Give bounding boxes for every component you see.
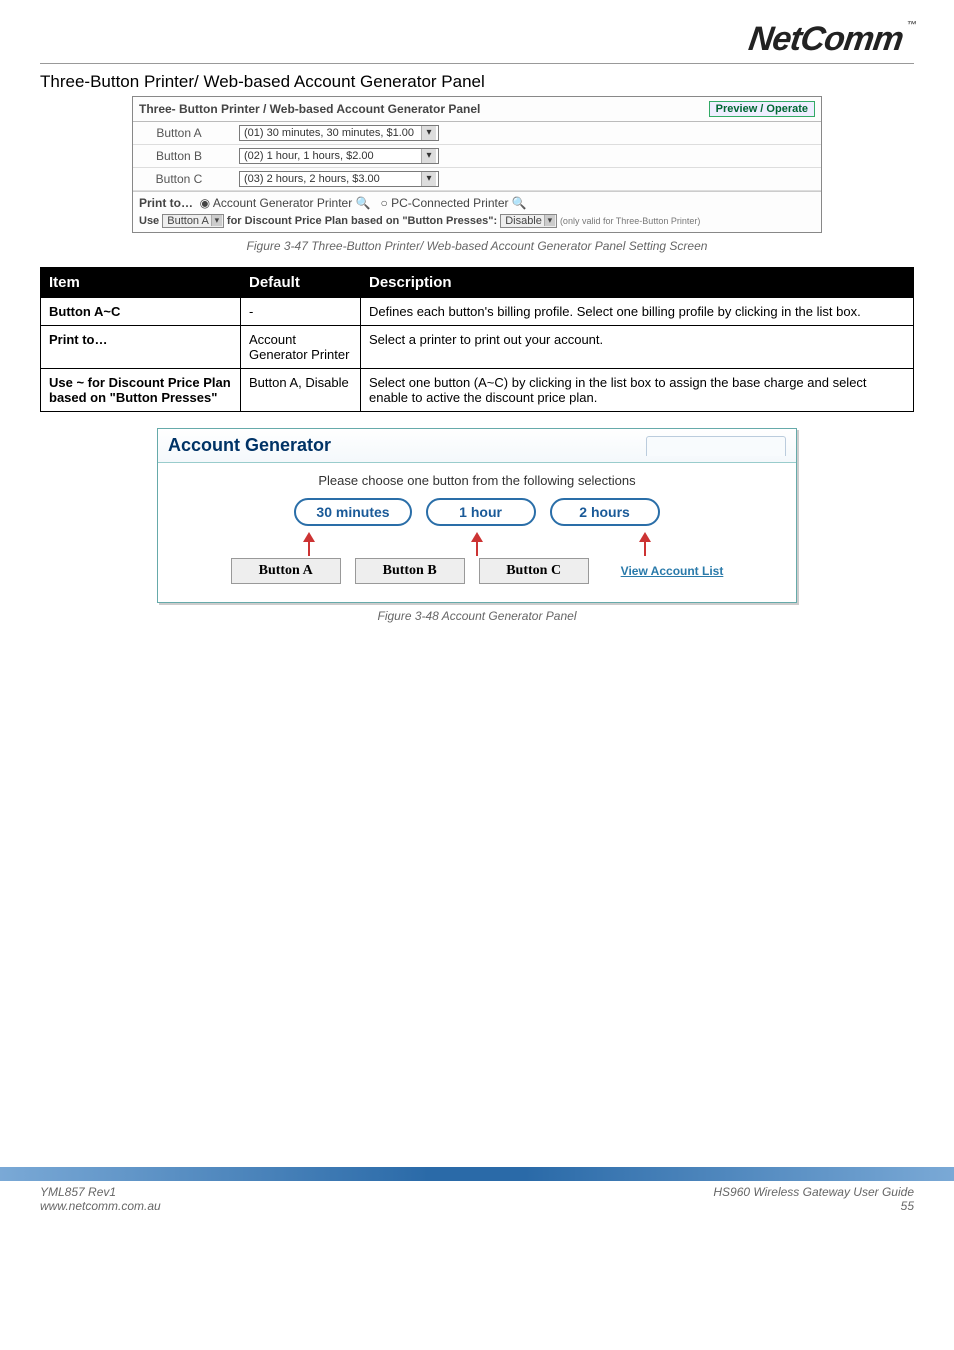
config-panel-title: Three- Button Printer / Web-based Accoun…	[139, 102, 480, 116]
cell-description: Select one button (A~C) by clicking in t…	[361, 369, 914, 412]
table-row: Use ~ for Discount Price Plan based on "…	[41, 369, 914, 412]
cell-item: Print to…	[41, 326, 241, 369]
figure-3-48-caption: Figure 3-48 Account Generator Panel	[40, 609, 914, 623]
table-row: Print to… Account Generator Printer Sele…	[41, 326, 914, 369]
disable-select[interactable]: Disable	[500, 214, 557, 228]
cell-description: Select a printer to print out your accou…	[361, 326, 914, 369]
arrow-up-icon	[639, 532, 651, 542]
print-to-row: Print to… ◉ Account Generator Printer 🔍 …	[139, 196, 815, 210]
cell-default: Button A, Disable	[241, 369, 361, 412]
button-b-box[interactable]: Button B	[355, 558, 465, 584]
arrow-stem	[308, 542, 310, 556]
config-panel: Three- Button Printer / Web-based Accoun…	[132, 96, 822, 233]
arrow-up-icon	[303, 532, 315, 542]
pill-30-minutes[interactable]: 30 minutes	[294, 498, 411, 526]
use-button-select[interactable]: Button A	[162, 214, 224, 228]
button-c-label: Button C	[139, 172, 219, 186]
account-generator-panel: Account Generator Please choose one butt…	[157, 428, 797, 603]
button-c-box[interactable]: Button C	[479, 558, 589, 584]
use-prefix: Use	[139, 215, 159, 227]
footer-url: www.netcomm.com.au	[40, 1199, 161, 1213]
button-a-label: Button A	[139, 126, 219, 140]
use-mid: for Discount Price Plan based on "Button…	[227, 215, 497, 227]
section-title: Three-Button Printer/ Web-based Account …	[40, 72, 914, 92]
footer-gradient-bar	[0, 1167, 954, 1181]
footer-row: YML857 Rev1 www.netcomm.com.au HS960 Wir…	[0, 1181, 954, 1225]
pill-row: 30 minutes 1 hour 2 hours	[176, 498, 778, 526]
description-table: Item Default Description Button A~C - De…	[40, 267, 914, 412]
button-a-box[interactable]: Button A	[231, 558, 341, 584]
arrow-stem	[476, 542, 478, 556]
view-account-list-link[interactable]: View Account List	[621, 564, 724, 578]
account-generator-body: Please choose one button from the follow…	[158, 463, 796, 602]
button-row: Button A Button B Button C View Account …	[176, 558, 778, 584]
config-panel-header: Three- Button Printer / Web-based Accoun…	[133, 97, 821, 122]
cell-default: -	[241, 298, 361, 326]
pill-1-hour[interactable]: 1 hour	[426, 498, 536, 526]
table-row: Button A~C - Defines each button's billi…	[41, 298, 914, 326]
footer-right: HS960 Wireless Gateway User Guide 55	[713, 1185, 914, 1213]
print-to-label: Print to…	[139, 196, 193, 210]
magnify-icon-2[interactable]: 🔍	[512, 196, 527, 210]
magnify-icon[interactable]: 🔍	[356, 196, 371, 210]
footer-guide: HS960 Wireless Gateway User Guide	[713, 1185, 914, 1199]
logo-tm: ™	[906, 20, 917, 31]
cell-item: Use ~ for Discount Price Plan based on "…	[41, 369, 241, 412]
print-to-opt1: Account Generator Printer	[213, 196, 352, 210]
th-item: Item	[41, 268, 241, 298]
footer-rev: YML857 Rev1	[40, 1185, 116, 1199]
netcomm-logo: NetComm™	[747, 20, 917, 59]
button-b-select[interactable]: (02) 1 hour, 1 hours, $2.00	[239, 148, 439, 164]
config-row-a: Button A (01) 30 minutes, 30 minutes, $1…	[133, 122, 821, 145]
cell-item: Button A~C	[41, 298, 241, 326]
radio-pc-printer[interactable]: ○	[381, 196, 388, 210]
button-c-select[interactable]: (03) 2 hours, 2 hours, $3.00	[239, 171, 439, 187]
account-generator-tab	[646, 436, 786, 456]
discount-row: Use Button A for Discount Price Plan bas…	[139, 214, 815, 228]
th-description: Description	[361, 268, 914, 298]
preview-operate-button[interactable]: Preview / Operate	[709, 101, 815, 117]
account-generator-title: Account Generator	[168, 435, 331, 456]
arrow-stem	[644, 542, 646, 556]
arrow-row	[176, 532, 778, 556]
pill-2-hours[interactable]: 2 hours	[550, 498, 660, 526]
config-row-c: Button C (03) 2 hours, 2 hours, $3.00	[133, 168, 821, 191]
account-generator-instruction: Please choose one button from the follow…	[176, 473, 778, 488]
footer-left: YML857 Rev1 www.netcomm.com.au	[40, 1185, 161, 1213]
cell-description: Defines each button's billing profile. S…	[361, 298, 914, 326]
radio-account-printer[interactable]: ◉	[200, 196, 210, 210]
button-b-label: Button B	[139, 149, 219, 163]
footer-page: 55	[901, 1199, 914, 1213]
cell-default: Account Generator Printer	[241, 326, 361, 369]
arrow-up-icon	[471, 532, 483, 542]
figure-3-47-caption: Figure 3-47 Three-Button Printer/ Web-ba…	[40, 239, 914, 253]
config-row-b: Button B (02) 1 hour, 1 hours, $2.00	[133, 145, 821, 168]
account-generator-header: Account Generator	[158, 429, 796, 463]
fine-print: (only valid for Three-Button Printer)	[560, 216, 700, 226]
th-default: Default	[241, 268, 361, 298]
config-bottom: Print to… ◉ Account Generator Printer 🔍 …	[133, 191, 821, 232]
button-a-select[interactable]: (01) 30 minutes, 30 minutes, $1.00	[239, 125, 439, 141]
logo-text: NetComm	[747, 20, 906, 58]
print-to-opt2: PC-Connected Printer	[391, 196, 508, 210]
header-logo-row: NetComm™	[40, 20, 914, 64]
